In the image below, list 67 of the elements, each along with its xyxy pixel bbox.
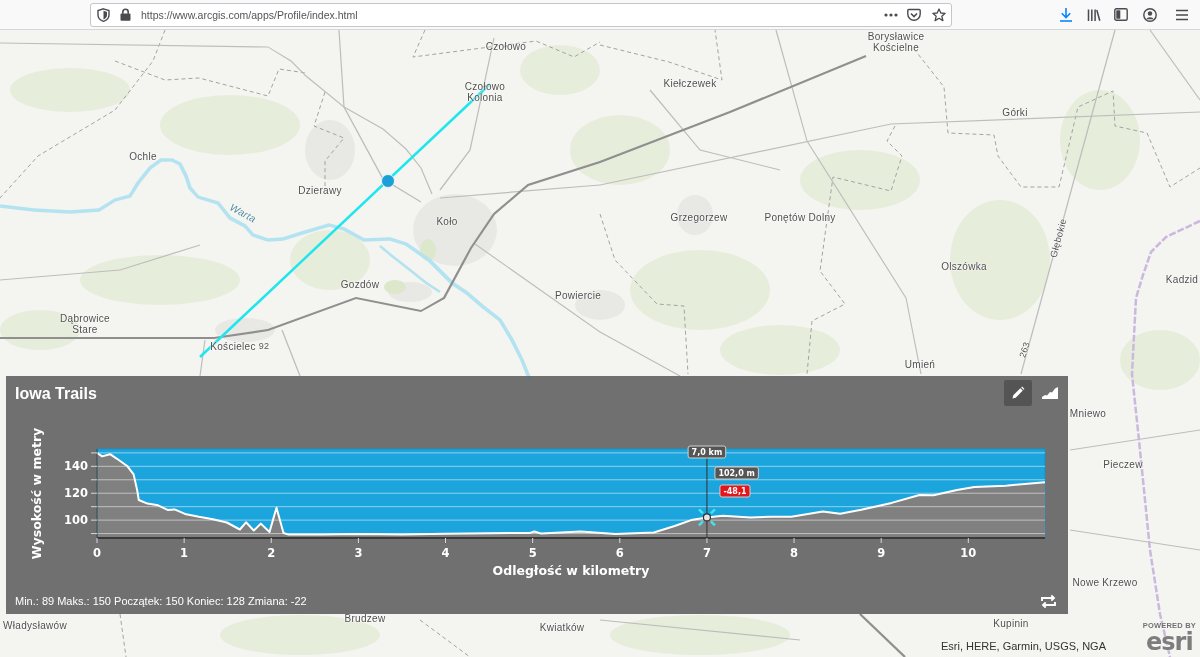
axis-tick-label: 2 [267,546,276,560]
place-label: Koło [436,215,458,227]
street-label: Głębokie [1047,217,1069,259]
shield-icon[interactable] [97,7,110,22]
menu-icon[interactable] [1175,8,1189,21]
axis-title: Wysokość w metry [28,427,44,560]
axis-tick-label: 9 [877,546,886,560]
annotation: -48,1 [723,487,747,496]
axis-tick-label: 10 [960,546,977,560]
pencil-icon [1011,386,1025,400]
place-label: Kiełczewek [663,77,717,89]
difference-badge: -48,1 [719,484,751,498]
swap-icon [1039,594,1057,609]
place-label: Pieczew [1103,458,1143,470]
axis-tick-label: 120 [64,486,88,501]
place-label: Borysławice Kościelne [867,31,925,53]
place-label: Górki [1002,106,1028,118]
library-icon[interactable] [1087,7,1101,22]
annotation: 102,0 m [718,469,755,478]
panel-title: Iowa Trails [15,385,97,403]
place-label: Powiercie [554,289,602,301]
place-label: Czołowo [485,40,527,52]
axis-tick-label: 7 [702,546,711,560]
axis-tick-label: 4 [441,546,450,560]
axis-tick-label: 5 [528,546,537,560]
axis-tick-label: 3 [354,546,363,560]
place-label: Kadzid [1165,273,1199,285]
ref-line-label: 7,0 km [691,448,723,457]
place-label: Ponętów Dolny [764,211,836,223]
more-icon[interactable] [884,12,898,17]
axis-tick-label: 1 [180,546,189,560]
pouch-icon[interactable] [907,7,921,22]
place-label: Kościelec [210,340,256,352]
account-icon[interactable] [1143,7,1157,22]
place-label: Ochle [129,150,157,162]
sidebar-icon[interactable] [1114,8,1128,21]
axis-tick-label: 8 [790,546,799,560]
road-number-label: 263 [1017,340,1033,360]
place-label: Nowe Krzewo [1072,576,1138,588]
axis-tick-label: 6 [615,546,624,560]
address-bar[interactable]: https://www.arcgis.com/apps/Profile/index.html [90,2,952,27]
elevation-tooltip: 102,0 m [714,466,759,480]
place-label: Władysławów [3,619,67,631]
axis-tick-label: 140 [64,459,88,474]
download-icon[interactable] [1059,7,1073,22]
axis-title: Odległość w kilometry [492,563,650,578]
star-icon[interactable] [932,7,946,22]
axis-tick-label: 0 [93,546,101,560]
edit-button[interactable] [1004,380,1032,406]
distance-tooltip: 7,0 km [687,445,727,459]
place-label: Dzierawy [298,184,342,196]
place-label: Grzegorzew [670,211,728,223]
lock-icon[interactable] [120,8,131,21]
profile-statistics: Min.: 89 Maks.: 150 Początek: 150 Koniec: 128 Zmiana: -22 [15,595,307,608]
crosshair-marker-icon [698,508,716,527]
axis-tick-label: 100 [64,513,88,528]
place-label: Kupinin [993,617,1029,629]
place-label: Kwiatków [539,621,585,633]
road-number-label: 92 [258,340,270,352]
place-label: Dąbrowice Stare [60,313,110,335]
place-label: Gozdów [340,278,380,290]
area-chart-icon [1042,387,1058,399]
place-label: Olszówka [941,260,987,272]
place-label: Mniewo [1069,407,1107,419]
place-label: Brudzew [344,612,386,624]
attribution-text: Esri, HERE, Garmin, USGS, NGA [940,640,1106,653]
place-label: Umień [904,358,936,370]
